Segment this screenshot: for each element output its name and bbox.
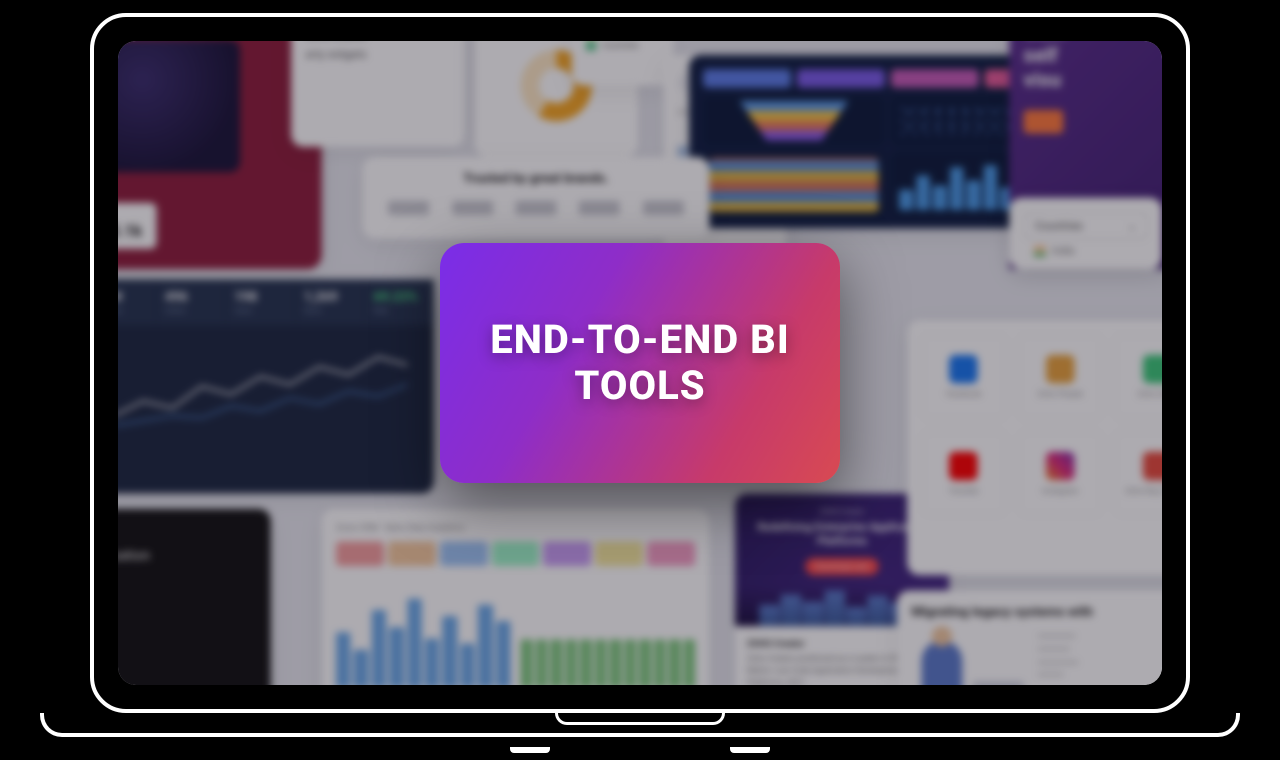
line-chart	[118, 325, 434, 447]
widgets-line1: ustomizable	[305, 41, 450, 42]
creator-brand: ZOHO Creator	[747, 639, 805, 649]
small-bar-chart	[521, 576, 695, 685]
desk-icon	[1143, 355, 1162, 384]
widgets-line2: arty widgets	[305, 48, 450, 61]
chip[interactable]	[492, 542, 540, 566]
stat-badge: 1k 245.1k	[118, 203, 156, 249]
metric-cell: 198Users	[226, 279, 296, 325]
promo-cta-button[interactable]	[1024, 110, 1064, 133]
line-chart-icon	[118, 338, 422, 436]
cluster-tab[interactable]	[703, 69, 791, 87]
laptop-frame: 1k 245.1k ustomizable arty widgets Italy…	[40, 13, 1240, 747]
hero-badge: END-TO-END BI TOOLS	[440, 243, 840, 483]
metric-cell: 69.23%Rate	[365, 279, 434, 325]
screen: 1k 245.1k ustomizable arty widgets Italy…	[118, 41, 1162, 685]
card-migrate: Migrating legacy systems with ▪▪▪▪▪▪▪▪▪▪…	[897, 590, 1162, 685]
laptop-base	[40, 713, 1240, 747]
feature-row[interactable]: ds	[118, 635, 256, 664]
stat-value: 245.1k	[118, 221, 142, 240]
card-apps-grid: Facebook Zoho People Zoho Desk Youtube I…	[907, 320, 1162, 575]
card-light-analytics: Zone CRM · New Data Analytics	[322, 509, 710, 685]
app-tile[interactable]: Zoho People	[1018, 334, 1102, 418]
brand-logo-icon	[643, 201, 684, 215]
cluster-tab[interactable]	[891, 69, 979, 87]
card-trusted-brands: Trusted by great brands.	[363, 157, 710, 239]
app-tile[interactable]: Zoho Bug Tracker	[1115, 431, 1162, 515]
trackpad-notch-icon	[555, 713, 725, 725]
chip[interactable]	[544, 542, 592, 566]
country-option[interactable]: India	[1024, 240, 1148, 263]
heatmap-icon	[703, 152, 885, 218]
bug-tracker-icon	[1143, 451, 1162, 480]
chip[interactable]	[595, 542, 643, 566]
migrate-title: Migrating legacy systems with	[911, 605, 1162, 620]
person-laptop-illustration-icon	[911, 630, 1023, 685]
chip[interactable]	[440, 542, 488, 566]
youtube-icon	[949, 451, 978, 480]
swatch-icon	[586, 41, 596, 51]
metric-cell: 496Orders	[157, 279, 227, 325]
chip-row	[336, 542, 695, 566]
download-button[interactable]: Download now	[805, 557, 879, 574]
brand-logo-icon	[579, 201, 620, 215]
brand-logo-icon	[516, 201, 557, 215]
card-legend: Italy USA Australia	[572, 41, 674, 86]
card-black-features: zalization ics ds	[118, 509, 271, 685]
stat-label: 1k	[118, 211, 142, 221]
app-tile[interactable]: Zoho Desk	[1115, 334, 1162, 418]
facebook-icon	[949, 355, 978, 384]
metrics-row: 22MRevenue 496Orders 198Users 1,269Items…	[118, 279, 434, 325]
chip[interactable]	[388, 542, 436, 566]
light-title: Zone CRM · New Data Analytics	[336, 523, 695, 533]
chevron-down-icon: ⌄	[1127, 219, 1136, 232]
feature-row[interactable]: ics	[118, 588, 256, 617]
app-tile[interactable]: Instagram	[1018, 431, 1102, 515]
brand-logo-icon	[388, 201, 429, 215]
metric-cell: 1,269Items	[296, 279, 366, 325]
globe-map	[118, 41, 240, 172]
legend-row: Australia	[586, 41, 659, 51]
card-widgets-text: ustomizable arty widgets	[291, 41, 464, 147]
countries-dropdown[interactable]: Countries ⌄	[1024, 212, 1148, 240]
chip[interactable]	[336, 542, 384, 566]
brand-logo-icon	[452, 201, 493, 215]
feature-row[interactable]: zalization	[118, 542, 256, 571]
funnel-chart-icon	[703, 96, 885, 146]
screen-bezel: 1k 245.1k ustomizable arty widgets Italy…	[90, 13, 1190, 713]
instagram-icon	[1046, 451, 1075, 480]
app-tile[interactable]: Facebook	[922, 334, 1006, 418]
card-countries-select: Countries ⌄ India	[1009, 198, 1162, 269]
cluster-tab[interactable]	[797, 69, 885, 87]
flag-india-icon	[1034, 247, 1046, 256]
app-tile[interactable]: Youtube	[922, 431, 1006, 515]
card-dark-analytics: 22MRevenue 496Orders 198Users 1,269Items…	[118, 279, 434, 493]
small-bar-chart	[336, 576, 510, 685]
people-icon	[1046, 355, 1075, 384]
trusted-heading: Trusted by great brands.	[377, 171, 695, 186]
promo-heading: Gain self visu	[1024, 41, 1162, 92]
hero-title: END-TO-END BI TOOLS	[440, 317, 840, 409]
metric-cell: 22MRevenue	[118, 279, 157, 325]
chip[interactable]	[647, 542, 695, 566]
